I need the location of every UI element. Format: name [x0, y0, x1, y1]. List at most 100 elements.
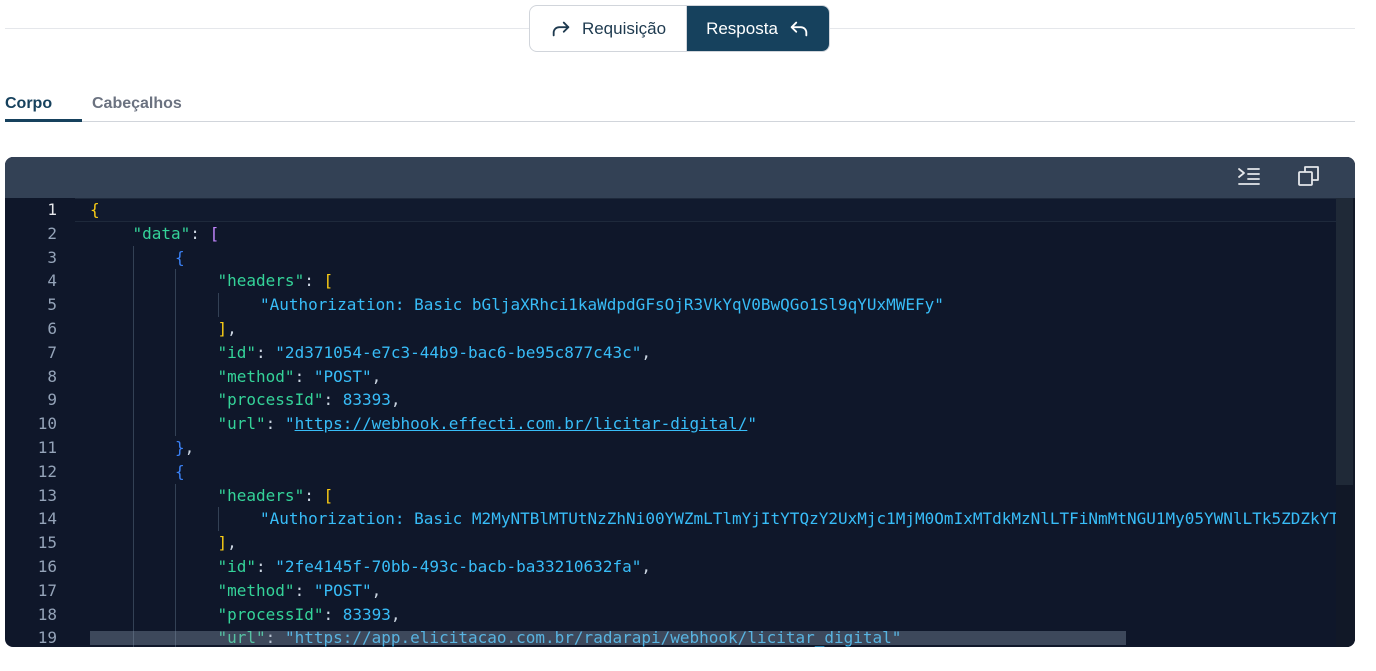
code-token: , [641, 342, 651, 362]
line-number: 15 [37, 533, 57, 553]
code-token: "data" [132, 223, 191, 243]
format-button[interactable] [1236, 165, 1262, 191]
indent-guide [175, 388, 176, 413]
code-line: "Authorization: Basic M2MyNTBlMTUtNzZhNi… [90, 507, 1355, 532]
code-tokens: "id": "2d371054-e7c3-44b9-bac6-be95c877c… [218, 343, 651, 362]
code-line: "url": "https://webhook.effecti.com.br/l… [90, 412, 1336, 436]
code-tokens: ], [218, 319, 237, 338]
code-token: "id" [217, 556, 257, 576]
code-token: "method" [217, 580, 295, 600]
code-token: "POST" [313, 580, 372, 600]
indent-guide [217, 507, 219, 532]
code-token: : [294, 580, 314, 600]
code-token: , [371, 580, 382, 600]
code-token: : [304, 485, 324, 505]
code-tokens: "Authorization: Basic bGljaXRhci1kaWdpdG… [260, 295, 944, 314]
request-response-toggle: Requisição Resposta [529, 5, 830, 52]
code-token: ] [217, 318, 228, 338]
code-line: ], [90, 531, 1336, 555]
code-token: : [256, 556, 276, 576]
code-token: " [747, 414, 757, 434]
indent-guide [132, 602, 134, 627]
indent-guide [175, 531, 176, 555]
code-token: } [175, 437, 185, 457]
indent-guide [175, 412, 176, 436]
code-token: "Authorization: Basic M2MyNTBlMTUtNzZhNi… [260, 509, 1355, 529]
code-token: "url" [217, 414, 266, 434]
code-token: { [175, 247, 185, 267]
indent-guide [175, 340, 176, 365]
code-token: : [256, 342, 276, 362]
code-token[interactable]: https://webhook.effecti.com.br/licitar-d… [295, 414, 748, 433]
line-number-gutter: 1 2 3 4 5 6 7 8 9 10 11 12 13 14 15 16 17 18 19 [5, 198, 75, 647]
format-indent-icon [1236, 163, 1262, 194]
indent-guide [132, 412, 134, 436]
line-number: 1 [47, 200, 57, 219]
indent-guide [175, 293, 176, 317]
active-tab-indicator [5, 119, 82, 122]
response-tabs: Corpo Cabeçalhos [5, 86, 1355, 122]
code-line: "id": "2d371054-e7c3-44b9-bac6-be95c877c… [90, 340, 1336, 365]
code-line: "processId": 83393, [90, 602, 1336, 627]
code-token: [ [323, 485, 334, 505]
line-number: 8 [47, 366, 57, 386]
indent-guide [175, 269, 176, 294]
response-toggle-button[interactable]: Resposta [687, 6, 829, 51]
line-number: 4 [47, 271, 57, 291]
code-token: , [390, 390, 401, 410]
code-tokens: }, [175, 438, 194, 457]
code-token: , [227, 318, 237, 338]
code-line: { [90, 245, 1336, 270]
line-number: 6 [47, 318, 57, 338]
line-number: 18 [37, 604, 57, 624]
indent-guide [217, 293, 219, 317]
redo-arrow-icon [550, 18, 572, 40]
indent-guide [132, 578, 134, 603]
indent-guide [132, 554, 134, 579]
indent-guide [175, 578, 176, 603]
indent-guide [175, 554, 176, 579]
indent-guide [175, 483, 176, 508]
vertical-scroll-thumb[interactable] [1336, 198, 1353, 485]
indent-guide [132, 483, 134, 508]
code-token: : [304, 271, 324, 291]
code-token: : [265, 414, 285, 434]
tab-headers[interactable]: Cabeçalhos [92, 95, 182, 113]
indent-guide [132, 531, 134, 555]
code-token: , [371, 366, 382, 386]
code-tokens: "processId": 83393, [218, 605, 401, 624]
code-line: "method": "POST", [90, 578, 1336, 603]
json-editor[interactable]: 1 2 3 4 5 6 7 8 9 10 11 12 13 14 15 16 17 18 19 {"data": [… [5, 198, 1355, 647]
code-token: "method" [217, 366, 295, 386]
indent-guide [175, 316, 176, 341]
line-number: 10 [37, 414, 57, 434]
line-number: 12 [37, 461, 57, 481]
code-token: : [323, 390, 343, 410]
code-tokens: "Authorization: Basic M2MyNTBlMTUtNzZhNi… [260, 509, 1355, 528]
line-number: 17 [37, 580, 57, 600]
copy-button[interactable] [1296, 165, 1322, 191]
request-toggle-button[interactable]: Requisição [530, 6, 687, 51]
indent-guide [132, 269, 134, 294]
code-line: "headers": [ [90, 483, 1336, 508]
tab-body[interactable]: Corpo [5, 95, 52, 113]
horizontal-scroll-thumb[interactable] [90, 631, 1126, 645]
code-token: , [184, 437, 195, 457]
code-token: ] [217, 533, 228, 553]
line-number: 14 [37, 509, 57, 529]
code-token: "Authorization: Basic bGljaXRhci1kaWdpdG… [260, 295, 944, 315]
line-number: 16 [37, 556, 57, 576]
indent-guide [132, 507, 134, 532]
code-tokens: "headers": [ [218, 271, 334, 290]
code-token: "headers" [217, 485, 305, 505]
code-tokens: "headers": [ [218, 486, 334, 505]
code-line: ], [90, 316, 1336, 341]
code-toolbar [5, 157, 1355, 198]
code-tokens: "method": "POST", [218, 367, 382, 386]
code-token: "POST" [313, 366, 372, 386]
code-line: "id": "2fe4145f-70bb-493c-bacb-ba3321063… [90, 554, 1336, 579]
code-token: 83393 [342, 604, 391, 624]
vertical-scrollbar[interactable] [1336, 198, 1355, 647]
code-line: "processId": 83393, [90, 388, 1336, 413]
code-content[interactable]: {"data": [{"headers": ["Authorization: B… [75, 198, 1355, 647]
